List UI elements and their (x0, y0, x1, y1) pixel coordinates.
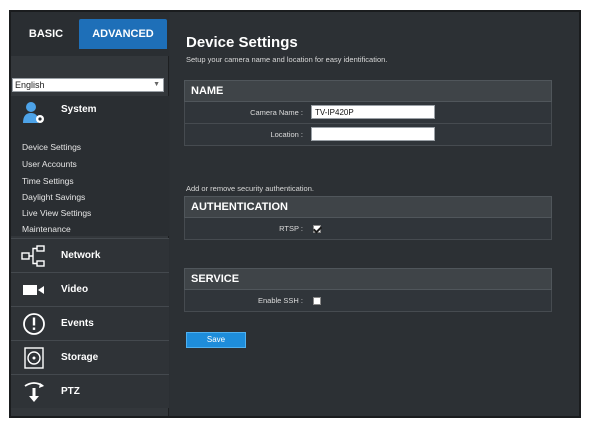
sidebar: BASIC ADVANCED English ▼ System Device S… (11, 12, 169, 416)
sidebar-item-maintenance[interactable]: Maintenance (22, 224, 71, 234)
enable-ssh-checkbox[interactable] (313, 297, 321, 305)
sidebar-item-system[interactable]: System (11, 96, 169, 126)
video-camera-icon (23, 285, 44, 295)
page-subtitle: Setup your camera name and location for … (186, 55, 388, 64)
storage-disk-icon (24, 347, 44, 369)
sidebar-item-ptz[interactable]: PTZ (11, 374, 169, 408)
section-header-name: NAME (184, 80, 552, 102)
camera-name-label: Camera Name : (250, 108, 303, 117)
save-button[interactable]: Save (186, 332, 246, 348)
location-label: Location : (270, 130, 303, 139)
rtsp-label: RTSP : (279, 224, 303, 233)
location-row: Location : (184, 124, 552, 146)
sidebar-item-daylight-savings[interactable]: Daylight Savings (22, 192, 85, 202)
ptz-arrows-icon (24, 382, 44, 402)
network-icon (21, 245, 45, 267)
ssh-row: Enable SSH : (184, 290, 552, 312)
rtsp-row: RTSP : (184, 218, 552, 240)
language-select[interactable]: English ▼ (12, 78, 164, 92)
camera-name-input[interactable] (311, 105, 435, 119)
sidebar-item-live-view-settings[interactable]: Live View Settings (22, 208, 91, 218)
section-header-authentication: AUTHENTICATION (184, 196, 552, 218)
section-header-service: SERVICE (184, 268, 552, 290)
sidebar-item-user-accounts[interactable]: User Accounts (22, 159, 77, 169)
app-window: BASIC ADVANCED English ▼ System Device S… (9, 10, 581, 418)
mode-tabs: BASIC ADVANCED (11, 12, 169, 56)
sidebar-item-label: PTZ (61, 386, 80, 397)
user-gear-icon (23, 102, 44, 123)
sidebar-item-device-settings[interactable]: Device Settings (22, 142, 81, 152)
sidebar-item-network[interactable]: Network (11, 238, 169, 272)
page-title: Device Settings (186, 34, 298, 51)
sidebar-item-storage[interactable]: Storage (11, 340, 169, 374)
main-content: Device Settings Setup your camera name a… (170, 12, 579, 416)
sidebar-item-label: Video (61, 284, 89, 295)
tab-basic[interactable]: BASIC (15, 19, 77, 49)
language-selected: English (15, 80, 45, 90)
sidebar-item-label: System (61, 104, 97, 115)
camera-name-row: Camera Name : (184, 102, 552, 124)
sidebar-item-label: Storage (61, 352, 99, 363)
alert-icon (23, 313, 45, 335)
sidebar-item-label: Events (61, 318, 94, 329)
sidebar-item-time-settings[interactable]: Time Settings (22, 176, 74, 186)
sidebar-item-events[interactable]: Events (11, 306, 169, 340)
system-section: System Device Settings User Accounts Tim… (11, 96, 169, 236)
rtsp-checkbox[interactable] (313, 225, 321, 233)
auth-note: Add or remove security authentication. (186, 184, 314, 193)
tab-advanced[interactable]: ADVANCED (79, 19, 167, 49)
location-input[interactable] (311, 127, 435, 141)
ssh-label: Enable SSH : (257, 296, 303, 305)
sidebar-item-video[interactable]: Video (11, 272, 169, 306)
chevron-down-icon: ▼ (153, 81, 160, 88)
sidebar-item-label: Network (61, 250, 101, 261)
